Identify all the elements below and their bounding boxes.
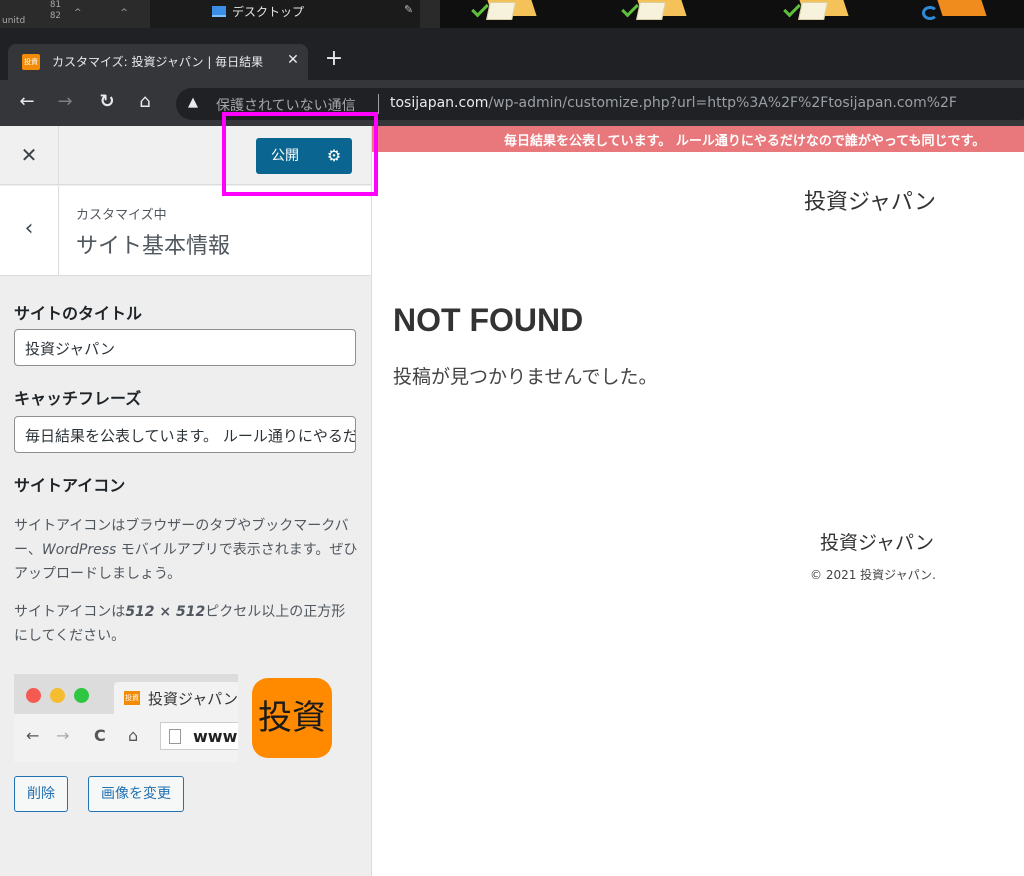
preview-url-box: www. [160,722,238,750]
browser-tab[interactable]: 投資 カスタマイズ: 投資ジャパン | 毎日結果 ✕ [8,44,308,80]
forward-button[interactable]: → [54,91,76,113]
site-icon-image: 投資 [252,678,332,758]
site-preview: 毎日結果を公表しています。 ルール通りにやるだけなので誰がやっても同じです。 投… [372,126,1024,876]
tab-favicon: 投資 [22,54,40,70]
back-button[interactable]: ← [16,91,38,113]
tagline-input[interactable]: 毎日結果を公表しています。 ルール通りにやるだけなので誰がやっても同じです。 [14,416,356,453]
folder-check-icon[interactable] [620,0,688,22]
url-path: /wp-admin/customize.php?url=http%3A%2F%2… [488,95,957,111]
taskbar-separator [420,0,440,28]
home-button[interactable]: ⌂ [134,91,156,113]
site-title-input[interactable]: 投資ジャパン [14,329,356,366]
tab-title: カスタマイズ: 投資ジャパン | 毎日結果 [52,55,264,69]
section-header: ‹ カスタマイズ中 サイト基本情報 [0,186,371,276]
site-icon-browser-preview: 投資 投資ジャパン ← → C ⌂ www. [14,674,238,762]
taskbar-left-panel: 81 82 ^ ^ unitd [0,0,150,28]
folder-sync-icon[interactable] [920,0,988,22]
preview-tab-title: 投資ジャパン [148,690,238,708]
not-found-message: 投稿が見つかりませんでした。 [393,366,658,388]
preview-tab: 投資 投資ジャパン [114,682,238,714]
tab-close-icon[interactable]: ✕ [284,50,302,70]
red-dot-icon [26,688,41,703]
preview-favicon: 投資 [124,691,140,705]
taskbar-carets: ^ ^ [74,8,146,18]
preview-reload-icon: C [94,726,106,745]
preview-home-icon: ⌂ [128,726,139,745]
customizer-sidebar: ✕ 公開 ⚙ ‹ カスタマイズ中 サイト基本情報 サイトのタイトル 投資ジャパン… [0,126,372,876]
site-title-label: サイトのタイトル [14,304,143,323]
taskbar-numbers: 81 82 [50,0,61,21]
url-host: tosijapan.com [390,95,489,111]
preview-toolbar: ← → C ⌂ www. [14,714,238,762]
folder-check-icon[interactable] [470,0,538,22]
back-chevron-icon[interactable]: ‹ [0,186,59,275]
new-tab-button[interactable]: + [323,46,345,72]
taskbar-desktop-item[interactable]: デスクトップ ✎ [150,0,420,28]
footer-site-title[interactable]: 投資ジャパン [820,528,934,555]
yellow-dot-icon [50,688,65,703]
section-title: サイト基本情報 [76,234,231,259]
site-icon-label: サイトアイコン [14,476,126,495]
site-title-link[interactable]: 投資ジャパン [804,184,936,216]
preview-back-icon: ← [26,726,40,745]
url-text[interactable]: tosijapan.com/wp-admin/customize.php?url… [390,95,957,111]
remove-icon-button[interactable]: 削除 [14,776,68,812]
desktop-label: デスクトップ [232,5,305,19]
green-dot-icon [74,688,89,703]
close-customizer-icon[interactable]: ✕ [0,126,59,185]
address-divider [378,94,379,114]
browser-toolbar: ← → ↻ ⌂ ▲ 保護されていない通信 tosijapan.com/wp-ad… [0,80,1024,126]
footer-copyright: © 2021 投資ジャパン. [810,568,936,582]
site-icon-size-note: サイトアイコンは512 × 512ピクセル以上の正方形にしてください。 [14,604,346,644]
section-subtitle: カスタマイズ中 [76,208,167,223]
site-icon-description: サイトアイコンはブラウザーのタブやブックマークバー、WordPress モバイル… [14,518,358,582]
pin-icon[interactable]: ✎ [404,3,413,16]
os-taskbar: 81 82 ^ ^ unitd デスクトップ ✎ [0,0,1024,28]
reload-button[interactable]: ↻ [96,91,118,113]
highlight-box [222,112,378,196]
tagline-label: キャッチフレーズ [14,389,142,408]
folder-check-icon[interactable] [782,0,850,22]
not-found-heading: NOT FOUND [393,302,584,338]
warning-icon[interactable]: ▲ [188,95,198,110]
desktop-icon [212,6,226,17]
change-image-button[interactable]: 画像を変更 [88,776,184,812]
taskbar-cut-text: unitd [2,16,26,26]
preview-url-text: www. [193,727,238,746]
preview-page-icon [169,729,181,744]
preview-forward-icon: → [56,726,70,745]
tagline-banner: 毎日結果を公表しています。 ルール通りにやるだけなので誰がやっても同じです。 [372,126,1024,152]
